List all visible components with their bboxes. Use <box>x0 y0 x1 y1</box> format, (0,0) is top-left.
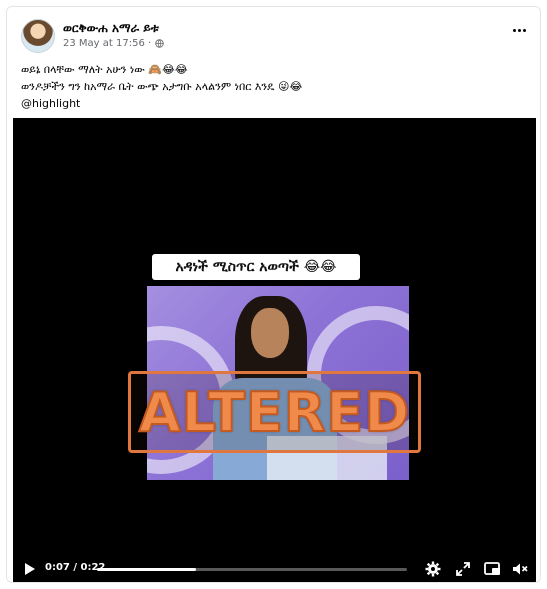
mute-icon[interactable] <box>511 560 529 578</box>
time-separator: / <box>69 562 81 573</box>
play-icon[interactable] <box>25 563 35 575</box>
avatar[interactable] <box>21 19 55 53</box>
post-text-line: ወንዶቻችን ግን ከአማራ ቤት ውጭ አታግቡ አላልንም ነበር እንዴ … <box>21 80 303 93</box>
video-time: 0:07 / 0:22 <box>45 562 105 573</box>
post-timestamp[interactable]: 23 May at 17:56 · <box>63 38 151 49</box>
progress-fill <box>97 568 197 571</box>
post-text: ወይኔ በላቸው ማለት አሁን ነው 🙈😂😂 ወንዶቻችን ግን ከአማራ ቤ… <box>21 61 526 95</box>
post-card: ወርቅውሐ አማራ ይቱ 23 May at 17:56 · ወይኔ በላቸው … <box>6 6 541 583</box>
post-meta: 23 May at 17:56 · <box>63 38 164 49</box>
globe-icon <box>155 39 164 48</box>
video-controls: 0:07 / 0:22 <box>13 554 536 582</box>
altered-overlay: ALTERED <box>128 371 421 453</box>
picture-in-picture-icon[interactable] <box>483 560 501 578</box>
post-text-line: ወይኔ በላቸው ማለት አሁን ነው 🙈😂😂 <box>21 63 188 76</box>
gear-icon[interactable] <box>424 560 442 578</box>
altered-label: ALTERED <box>138 380 411 445</box>
video-caption: አዳነች ሚስጥር አወጣች 😂😂 <box>152 254 360 280</box>
expand-icon[interactable] <box>454 560 472 578</box>
highlight-link[interactable]: @highlight <box>21 97 80 110</box>
video-player[interactable]: አዳነች ሚስጥር አወጣች 😂😂 ALTERED 0:07 / 0:22 <box>13 118 536 582</box>
current-time: 0:07 <box>45 562 70 573</box>
more-dots-icon[interactable] <box>508 23 530 37</box>
author-name[interactable]: ወርቅውሐ አማራ ይቱ <box>63 21 159 36</box>
progress-bar[interactable] <box>97 568 407 571</box>
